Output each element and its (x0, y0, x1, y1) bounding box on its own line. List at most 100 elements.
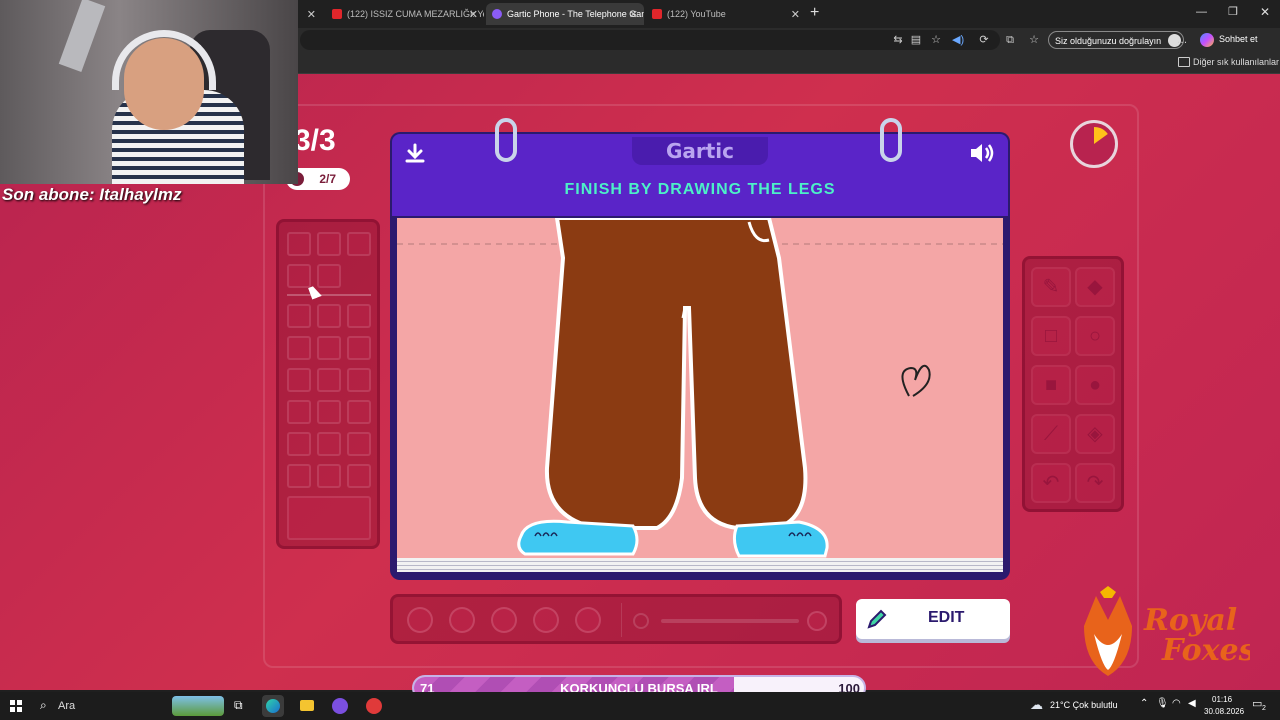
audio-icon[interactable]: ◀) (952, 34, 964, 46)
close-tab-icon[interactable]: ✕ (469, 8, 478, 21)
drawing-canvas[interactable] (397, 216, 1003, 558)
sound-svg (971, 144, 994, 162)
file-explorer-icon[interactable] (300, 700, 314, 711)
redo-icon[interactable]: ↷ (1075, 463, 1115, 503)
download-svg (405, 143, 425, 163)
notebook-pages (397, 558, 1003, 572)
youtube-icon (652, 9, 662, 19)
color-swatch[interactable] (317, 336, 341, 360)
color-swatch[interactable] (317, 368, 341, 392)
color-swatch[interactable] (287, 432, 311, 456)
color-swatch[interactable] (317, 264, 341, 288)
task-view-icon[interactable]: ⧉ (234, 698, 243, 713)
color-swatch[interactable] (347, 368, 371, 392)
chevron-up-icon[interactable]: ⌃ (1140, 698, 1148, 709)
custom-color-button[interactable] (287, 496, 371, 540)
edge-taskbar-item[interactable] (262, 695, 284, 717)
chat-button[interactable]: Sohbet et (1219, 34, 1258, 44)
color-swatch[interactable] (347, 464, 371, 488)
brush-size-2[interactable] (449, 607, 475, 633)
fox-logo-svg: Royal Foxes (1084, 586, 1256, 676)
color-swatch[interactable] (347, 304, 371, 328)
notification-icon[interactable]: ▭ (1252, 697, 1262, 710)
round-counter: 3/3 (294, 124, 336, 157)
new-tab-button[interactable]: + (810, 4, 819, 22)
rectangle-filled-icon[interactable]: ■ (1031, 365, 1071, 405)
volume-icon[interactable]: ◀ (1188, 698, 1196, 709)
color-swatch[interactable] (347, 336, 371, 360)
close-tab-icon[interactable]: ✕ (307, 8, 316, 21)
microphone-icon[interactable]: 🎙 (1156, 698, 1169, 709)
favorite-star-icon[interactable]: ☆ (930, 34, 942, 46)
rectangle-outline-icon[interactable]: □ (1031, 316, 1071, 356)
split-screen-icon[interactable]: ⧉ (1004, 34, 1016, 46)
extensions-icon[interactable]: ⟳ (978, 34, 990, 46)
tab-youtube[interactable]: (122) YouTube ✕ (646, 3, 806, 25)
edge-icon (266, 699, 280, 713)
restore-icon[interactable]: ❐ (1228, 5, 1238, 18)
sound-icon[interactable] (968, 140, 996, 166)
color-swatch[interactable] (287, 336, 311, 360)
color-swatch[interactable] (287, 264, 311, 288)
color-swatch[interactable] (347, 400, 371, 424)
circle-outline-icon[interactable]: ○ (1075, 316, 1115, 356)
close-tab-icon[interactable]: ✕ (629, 8, 638, 21)
opacity-slider-handle[interactable] (807, 611, 827, 631)
more-options-icon[interactable]: … (1176, 34, 1188, 46)
color-swatch[interactable] (347, 432, 371, 456)
color-swatch[interactable] (287, 400, 311, 424)
search-icon[interactable]: ⌕ (40, 698, 47, 713)
bar-divider (621, 603, 622, 637)
timer-icon (1094, 126, 1108, 144)
close-tab-icon[interactable]: ✕ (791, 8, 800, 21)
notification-count: 2 (1262, 705, 1266, 712)
color-swatch[interactable] (287, 304, 311, 328)
download-icon[interactable] (403, 142, 427, 166)
brush-size-5[interactable] (575, 607, 601, 633)
color-swatch[interactable] (287, 368, 311, 392)
verify-identity-button[interactable]: Siz olduğunuzu doğrulayın (1048, 31, 1185, 49)
color-swatch[interactable] (287, 464, 311, 488)
color-swatch[interactable] (347, 232, 371, 256)
obs-icon[interactable] (366, 698, 382, 714)
circle-filled-icon[interactable]: ● (1075, 365, 1115, 405)
search-highlight-image[interactable] (172, 696, 224, 716)
edit-button[interactable]: EDIT (856, 599, 1010, 639)
tools-panel: ✎ ◆ □ ○ ■ ● ⟋ ◈ ↶ ↷ (1022, 256, 1124, 512)
app-icon[interactable] (332, 698, 348, 714)
color-swatch[interactable] (317, 464, 341, 488)
tab-partial[interactable]: ✕ (300, 3, 322, 25)
close-window-icon[interactable]: ✕ (1260, 5, 1270, 19)
windows-start-icon[interactable] (10, 700, 22, 712)
minimize-icon[interactable]: — (1196, 6, 1207, 18)
color-palette-panel (276, 219, 380, 549)
eraser-icon[interactable]: ◆ (1075, 267, 1115, 307)
taskbar-search[interactable]: Ara (58, 700, 75, 712)
brush-size-1[interactable] (407, 607, 433, 633)
line-icon[interactable]: ⟋ (1031, 414, 1071, 454)
opacity-slider[interactable] (661, 619, 799, 623)
clock-time[interactable]: 01:16 (1212, 695, 1232, 704)
pencil-icon[interactable]: ✎ (1031, 267, 1071, 307)
color-swatch[interactable] (317, 232, 341, 256)
favorites-icon[interactable]: ☆ (1028, 34, 1040, 46)
copilot-icon[interactable] (1200, 33, 1214, 47)
color-swatch[interactable] (317, 400, 341, 424)
fill-bucket-icon[interactable]: ◈ (1075, 414, 1115, 454)
notebook-ring-left (495, 118, 517, 162)
other-bookmarks[interactable]: Diğer sık kullanılanlar (1193, 57, 1279, 67)
undo-icon[interactable]: ↶ (1031, 463, 1071, 503)
brush-size-4[interactable] (533, 607, 559, 633)
translate-icon[interactable]: ⇆ (892, 34, 904, 46)
wifi-icon[interactable]: ◠ (1172, 698, 1181, 709)
drawn-right-shoe (732, 520, 829, 558)
tab-youtube-video[interactable]: (122) ISSIZ CUMA MEZARLIĞI: Ye ✕ (326, 3, 484, 25)
color-swatch[interactable] (317, 304, 341, 328)
tab-gartic-phone[interactable]: Gartic Phone - The Telephone Gam ✕ (486, 3, 644, 25)
clock-date[interactable]: 30.08.2026 (1204, 707, 1244, 716)
reader-icon[interactable]: ▤ (910, 34, 922, 46)
color-swatch[interactable] (317, 432, 341, 456)
brush-size-3[interactable] (491, 607, 517, 633)
weather-label[interactable]: 21°C Çok bulutlu (1050, 700, 1118, 710)
color-swatch[interactable] (287, 232, 311, 256)
